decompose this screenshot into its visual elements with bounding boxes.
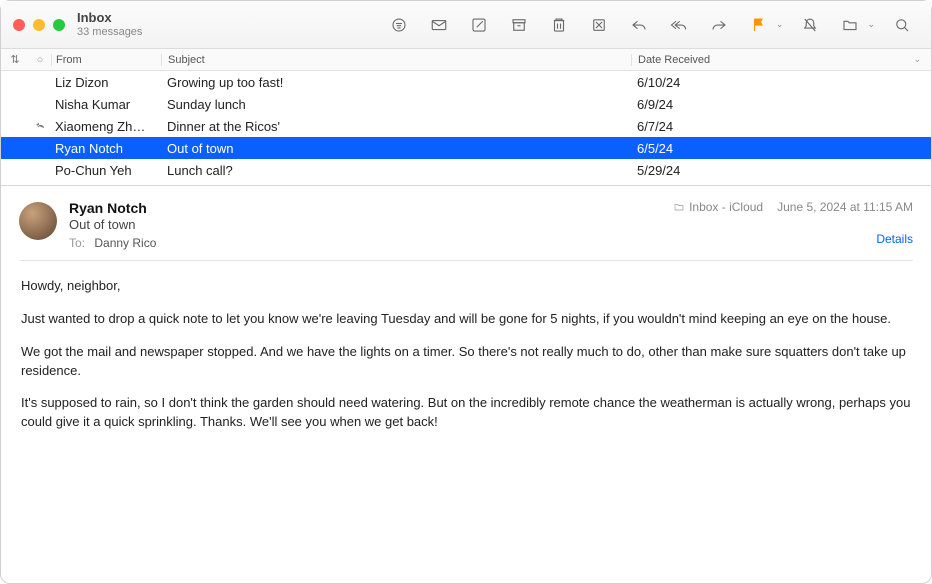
avatar bbox=[19, 202, 57, 240]
move-button[interactable] bbox=[837, 12, 863, 38]
archive-button[interactable] bbox=[506, 12, 532, 38]
new-message-button[interactable] bbox=[426, 12, 452, 38]
row-date: 6/5/24 bbox=[631, 141, 931, 156]
message-body: Howdy, neighbor, Just wanted to drop a qu… bbox=[19, 261, 913, 462]
message-list: Liz DizonGrowing up too fast!6/10/24Nish… bbox=[1, 71, 931, 185]
filter-button[interactable] bbox=[386, 12, 412, 38]
message-timestamp: June 5, 2024 at 11:15 AM bbox=[777, 200, 913, 214]
read-status-column[interactable]: ○ bbox=[29, 54, 51, 66]
folder-icon bbox=[673, 201, 685, 213]
replied-icon bbox=[34, 119, 46, 134]
row-date: 6/9/24 bbox=[631, 97, 931, 112]
details-link[interactable]: Details bbox=[673, 232, 913, 246]
window-subtitle: 33 messages bbox=[77, 26, 142, 39]
window-title-block: Inbox 33 messages bbox=[77, 11, 142, 39]
mute-button[interactable] bbox=[797, 12, 823, 38]
row-subject: Sunday lunch bbox=[161, 97, 631, 112]
move-menu-chevron-icon[interactable]: ⌄ bbox=[867, 19, 875, 30]
message-from: Ryan Notch bbox=[69, 200, 661, 216]
window-controls bbox=[13, 19, 65, 31]
row-date: 5/29/24 bbox=[631, 163, 931, 178]
row-date: 6/10/24 bbox=[631, 75, 931, 90]
close-window[interactable] bbox=[13, 19, 25, 31]
message-row[interactable]: Liz DizonGrowing up too fast!6/10/24 bbox=[1, 71, 931, 93]
flag-menu-chevron-icon[interactable]: ⌄ bbox=[776, 19, 784, 30]
compose-button[interactable] bbox=[466, 12, 492, 38]
to-label: To: bbox=[69, 236, 85, 250]
subject-column-header[interactable]: Subject bbox=[161, 54, 631, 66]
body-paragraph: Howdy, neighbor, bbox=[21, 277, 911, 296]
delete-button[interactable] bbox=[546, 12, 572, 38]
zoom-window[interactable] bbox=[53, 19, 65, 31]
row-date: 6/7/24 bbox=[631, 119, 931, 134]
row-from: Nisha Kumar bbox=[51, 97, 161, 112]
message-row[interactable]: Nisha KumarSunday lunch6/9/24 bbox=[1, 93, 931, 115]
message-folder: Inbox - iCloud bbox=[689, 200, 763, 214]
row-subject: Dinner at the Ricos' bbox=[161, 119, 631, 134]
message-row[interactable]: Xiaomeng Zh…Dinner at the Ricos'6/7/24 bbox=[1, 115, 931, 137]
minimize-window[interactable] bbox=[33, 19, 45, 31]
body-paragraph: Just wanted to drop a quick note to let … bbox=[21, 310, 911, 329]
row-subject: Growing up too fast! bbox=[161, 75, 631, 90]
row-from: Liz Dizon bbox=[51, 75, 161, 90]
sort-indicator-icon[interactable]: ⇅ bbox=[1, 53, 29, 66]
message-to: To: Danny Rico bbox=[69, 236, 661, 250]
forward-button[interactable] bbox=[706, 12, 732, 38]
reply-all-button[interactable] bbox=[666, 12, 692, 38]
date-column-label: Date Received bbox=[638, 54, 710, 66]
window-title: Inbox bbox=[77, 11, 142, 26]
row-from: Xiaomeng Zh… bbox=[51, 119, 161, 134]
search-button[interactable] bbox=[889, 12, 915, 38]
reply-button[interactable] bbox=[626, 12, 652, 38]
row-subject: Lunch call? bbox=[161, 163, 631, 178]
date-column-header[interactable]: Date Received ⌄ bbox=[631, 54, 931, 66]
column-headers: ⇅ ○ From Subject Date Received ⌄ bbox=[1, 49, 931, 71]
from-column-header[interactable]: From bbox=[51, 54, 161, 66]
row-subject: Out of town bbox=[161, 141, 631, 156]
chevron-down-icon: ⌄ bbox=[913, 54, 921, 65]
row-from: Ryan Notch bbox=[51, 141, 161, 156]
message-preview: Ryan Notch Out of town To: Danny Rico In… bbox=[1, 186, 931, 462]
body-paragraph: It's supposed to rain, so I don't think … bbox=[21, 394, 911, 432]
row-from: Po-Chun Yeh bbox=[51, 163, 161, 178]
body-paragraph: We got the mail and newspaper stopped. A… bbox=[21, 343, 911, 381]
to-value: Danny Rico bbox=[94, 236, 156, 250]
junk-button[interactable] bbox=[586, 12, 612, 38]
message-subject: Out of town bbox=[69, 217, 661, 232]
message-row[interactable]: Po-Chun YehLunch call?5/29/24 bbox=[1, 159, 931, 181]
message-row[interactable]: Ryan NotchOut of town6/5/24 bbox=[1, 137, 931, 159]
flag-button[interactable] bbox=[746, 12, 772, 38]
titlebar: Inbox 33 messages ⌄ ⌄ bbox=[1, 1, 931, 49]
message-header: Ryan Notch Out of town To: Danny Rico In… bbox=[19, 200, 913, 261]
toolbar: ⌄ ⌄ bbox=[162, 12, 919, 38]
